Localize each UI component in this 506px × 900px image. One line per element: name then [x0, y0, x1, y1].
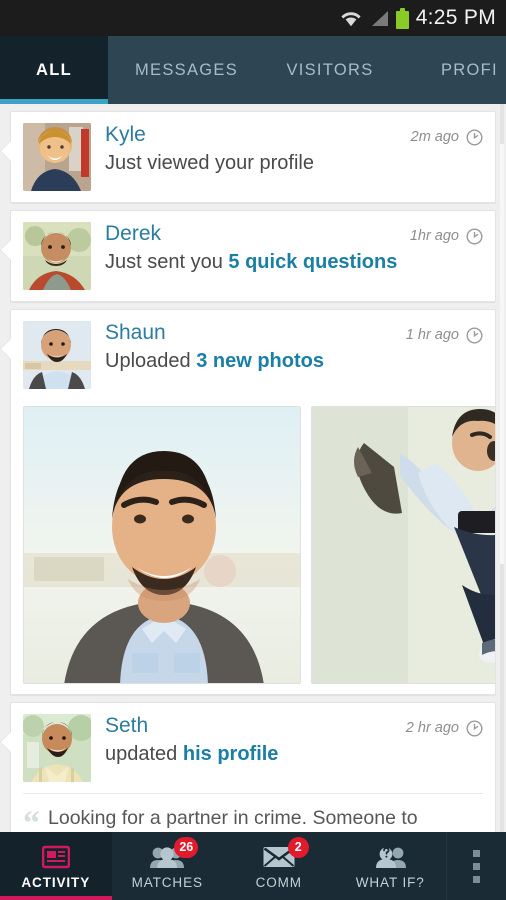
- feed-card-shaun[interactable]: Shaun 1 hr ago Uploaded 3 new photos: [1, 309, 496, 695]
- status-bar-clock: 4:25 PM: [415, 6, 496, 29]
- bottom-nav-bar: ACTIVITY 26 MATCHES 2 COMM WHAT IF?: [0, 832, 506, 900]
- tab-visitors-label: VISITORS: [286, 60, 374, 79]
- tab-profile[interactable]: PROFI: [395, 36, 506, 104]
- battery-icon: [395, 7, 409, 29]
- overflow-dot: [473, 875, 480, 883]
- user-name[interactable]: Shaun: [105, 321, 166, 345]
- nav-item-comm[interactable]: 2 COMM: [223, 832, 335, 900]
- timestamp: 2m ago: [410, 129, 459, 145]
- nav-item-what-if-label: WHAT IF?: [355, 874, 425, 890]
- feed-action: updated his profile: [105, 742, 483, 767]
- feed-row: Derek 1hr ago Just sent you 5 quick ques…: [11, 211, 495, 301]
- people-icon: 26: [150, 836, 199, 871]
- avatar[interactable]: [23, 714, 91, 782]
- timestamp: 1 hr ago: [405, 327, 459, 343]
- nav-item-activity[interactable]: ACTIVITY: [0, 832, 112, 900]
- comm-badge: 2: [287, 836, 309, 858]
- nav-active-indicator: [0, 896, 112, 900]
- nav-item-what-if[interactable]: WHAT IF?: [335, 832, 447, 900]
- feed-body: Seth 2 hr ago updated his profile: [91, 714, 483, 767]
- app-root: 4:25 PM ALL MESSAGES VISITORS PROFI Kyle…: [0, 0, 506, 900]
- quote-mark-icon: “: [23, 805, 40, 832]
- feed-card-kyle[interactable]: Kyle 2m ago Just viewed your profile: [1, 111, 496, 203]
- question-person-icon: [374, 843, 407, 871]
- photo-thumbnail[interactable]: [311, 406, 495, 684]
- tab-visitors[interactable]: VISITORS: [265, 36, 395, 104]
- feed-headline: Derek 1hr ago: [105, 222, 483, 246]
- feed-row: Seth 2 hr ago updated his profile: [11, 703, 495, 793]
- timestamp: 2 hr ago: [405, 720, 459, 736]
- clock-icon: [466, 227, 483, 245]
- tab-profile-label: PROFI: [441, 60, 498, 79]
- feed-action-text: Uploaded: [105, 350, 197, 372]
- feed-body: Kyle 2m ago Just viewed your profile: [91, 123, 483, 176]
- user-name[interactable]: Seth: [105, 714, 148, 738]
- nav-item-comm-label: COMM: [255, 874, 302, 890]
- signal-icon: [369, 10, 389, 27]
- overflow-menu-icon[interactable]: [446, 832, 506, 900]
- feed-action-text: updated: [105, 743, 183, 765]
- feed-meta: 2m ago: [410, 128, 483, 146]
- clock-icon: [466, 326, 483, 344]
- feed-body: Shaun 1 hr ago Uploaded 3 new photos: [91, 321, 483, 374]
- feed-headline: Kyle 2m ago: [105, 123, 483, 147]
- scrollbar-thumb[interactable]: [500, 144, 504, 564]
- top-tab-bar: ALL MESSAGES VISITORS PROFI: [0, 36, 506, 104]
- nav-item-matches[interactable]: 26 MATCHES: [112, 832, 224, 900]
- feed-card-seth[interactable]: Seth 2 hr ago updated his profile “ Look…: [1, 702, 496, 832]
- card-notch: [1, 338, 12, 360]
- feed-action: Uploaded 3 new photos: [105, 349, 483, 374]
- card-notch: [1, 731, 12, 753]
- photo-strip[interactable]: [11, 400, 495, 694]
- overflow-dot: [473, 849, 480, 857]
- quote-text: Looking for a partner in crime. Someone …: [48, 807, 418, 829]
- card-notch: [1, 239, 12, 261]
- feed-meta: 1hr ago: [409, 227, 483, 245]
- clock-icon: [466, 719, 483, 737]
- overflow-dot: [473, 862, 480, 870]
- user-name[interactable]: Kyle: [105, 123, 146, 147]
- feed-meta: 1 hr ago: [405, 326, 483, 344]
- matches-badge: 26: [174, 836, 199, 858]
- timestamp: 1hr ago: [409, 228, 459, 244]
- activity-icon: [41, 843, 70, 871]
- feed-action-link[interactable]: 3 new photos: [196, 350, 324, 372]
- user-name[interactable]: Derek: [105, 222, 161, 246]
- avatar[interactable]: [23, 321, 91, 389]
- avatar[interactable]: [23, 222, 91, 290]
- tab-all-label: ALL: [36, 60, 72, 79]
- feed-action: Just viewed your profile: [105, 151, 483, 176]
- tab-messages-label: MESSAGES: [134, 60, 238, 79]
- activity-feed-scroll[interactable]: Kyle 2m ago Just viewed your profile Der…: [0, 104, 506, 832]
- card-notch: [1, 140, 12, 162]
- clock-icon: [466, 128, 483, 146]
- feed-action-link[interactable]: 5 quick questions: [228, 251, 397, 273]
- feed-row: Kyle 2m ago Just viewed your profile: [11, 112, 495, 202]
- tab-all[interactable]: ALL: [0, 36, 108, 104]
- nav-item-matches-label: MATCHES: [131, 874, 203, 890]
- nav-item-activity-label: ACTIVITY: [21, 874, 91, 890]
- feed-row: Shaun 1 hr ago Uploaded 3 new photos: [11, 310, 495, 400]
- wifi-icon: [340, 9, 362, 27]
- feed-meta: 2 hr ago: [405, 719, 483, 737]
- photo-thumbnail[interactable]: [23, 406, 301, 684]
- feed-action-link[interactable]: his profile: [183, 743, 279, 765]
- feed-body: Derek 1hr ago Just sent you 5 quick ques…: [91, 222, 483, 275]
- feed-action: Just sent you 5 quick questions: [105, 250, 483, 275]
- feed-headline: Seth 2 hr ago: [105, 714, 483, 738]
- feed-action-text: Just sent you: [105, 251, 229, 273]
- tab-messages[interactable]: MESSAGES: [108, 36, 265, 104]
- feed-headline: Shaun 1 hr ago: [105, 321, 483, 345]
- feed-card-derek[interactable]: Derek 1hr ago Just sent you 5 quick ques…: [1, 210, 496, 302]
- avatar[interactable]: [23, 123, 91, 191]
- feed-action-text: Just viewed your profile: [105, 152, 314, 174]
- status-bar: 4:25 PM: [0, 0, 506, 36]
- envelope-icon: 2: [263, 836, 309, 871]
- profile-quote: “ Looking for a partner in crime. Someon…: [11, 794, 495, 832]
